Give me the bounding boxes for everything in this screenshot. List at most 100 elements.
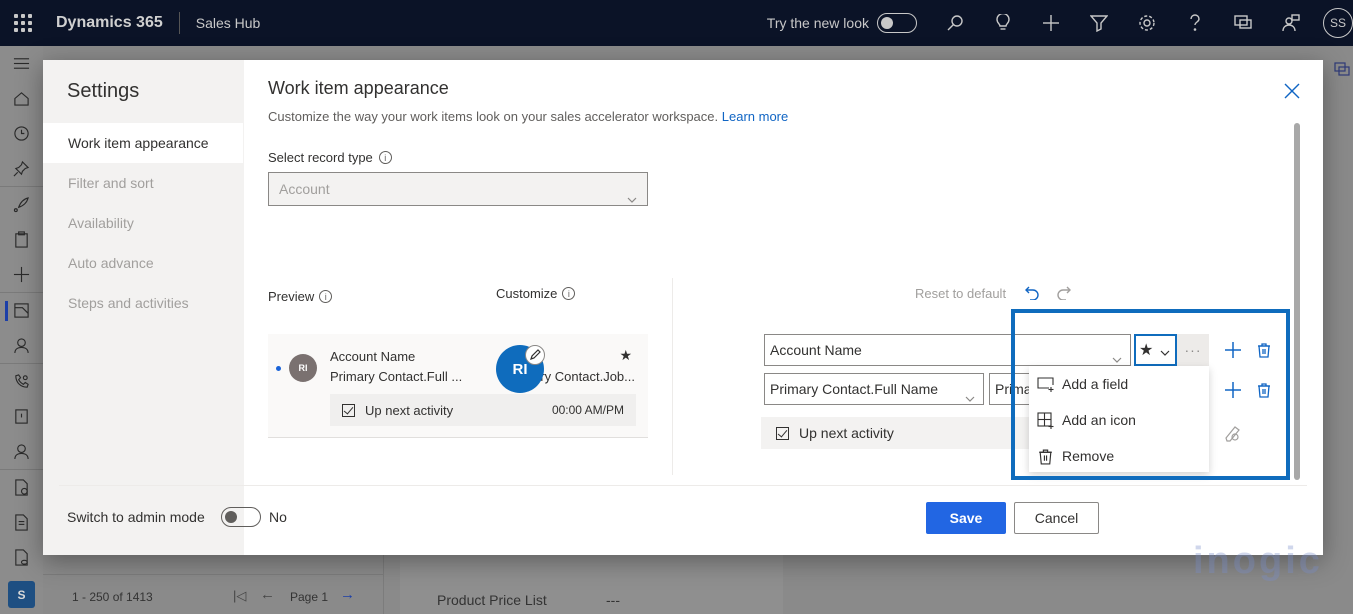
nav-item-steps-and-activities[interactable]: Steps and activities — [43, 283, 243, 323]
preview-activity: Up next activity 00:00 AM/PM — [330, 394, 636, 426]
redo-button[interactable] — [1056, 284, 1072, 301]
add-row-button[interactable] — [1223, 340, 1243, 360]
settings-title: Settings — [67, 80, 140, 102]
next-page-button[interactable]: → — [340, 586, 355, 603]
customize-activity-label: Up next activity — [799, 425, 894, 441]
brand-name[interactable]: Dynamics 365 — [56, 14, 163, 32]
person-icon — [14, 338, 29, 354]
rail-pinned[interactable] — [0, 151, 43, 186]
previous-page-button[interactable]: ← — [260, 586, 275, 603]
cancel-button[interactable]: Cancel — [1014, 502, 1099, 534]
person-chat-icon — [1282, 14, 1300, 32]
rail-quotes[interactable] — [0, 470, 43, 505]
record-type-select[interactable]: Account — [268, 172, 648, 206]
rail-orders[interactable] — [0, 505, 43, 540]
preview-label-text: Preview — [268, 289, 315, 304]
settings-dialog: Settings Work item appearance Filter and… — [43, 60, 1323, 555]
user-avatar[interactable]: SS — [1323, 8, 1353, 38]
preview-avatar: RI — [289, 354, 317, 382]
filter-icon — [1090, 15, 1108, 32]
rail-tasks[interactable] — [0, 222, 43, 257]
rail-menu[interactable] — [0, 46, 43, 81]
chat-button[interactable] — [1219, 0, 1267, 46]
menu-item-remove[interactable]: Remove — [1029, 438, 1209, 474]
rail-invoices[interactable] — [0, 540, 43, 575]
lightbulb-button[interactable] — [979, 0, 1027, 46]
menu-item-label: Add a field — [1062, 376, 1129, 392]
menu-item-add-an-icon[interactable]: Add an icon — [1029, 402, 1209, 438]
menu-item-label: Add an icon — [1062, 412, 1136, 428]
divider — [43, 574, 383, 575]
chat-icon — [1234, 15, 1252, 29]
scrollbar[interactable] — [1294, 123, 1300, 480]
side-chat-button[interactable] — [1334, 62, 1350, 78]
rail-contacts[interactable] — [0, 328, 43, 363]
settings-button[interactable] — [1123, 0, 1171, 46]
delete-row-button[interactable] — [1254, 380, 1274, 400]
assistant-button[interactable] — [1267, 0, 1315, 46]
field-select-account-name[interactable]: Account Name — [764, 334, 1131, 366]
preview-name: Account Name — [330, 349, 416, 364]
search-button[interactable] — [931, 0, 979, 46]
admin-mode-state: No — [269, 509, 287, 525]
preview-activity-label: Up next activity — [365, 402, 454, 418]
trash-icon — [1039, 449, 1052, 465]
nav-item-filter-and-sort[interactable]: Filter and sort — [43, 163, 243, 203]
rail-accelerator[interactable] — [0, 187, 43, 222]
new-look-label: Try the new look — [766, 15, 869, 31]
undo-button[interactable] — [1024, 284, 1040, 301]
save-button[interactable]: Save — [926, 502, 1006, 534]
app-launcher-button[interactable] — [0, 0, 46, 46]
record-type-label: Select record type i — [268, 150, 392, 165]
page-description: Customize the way your work items look o… — [268, 109, 788, 124]
admin-mode-label: Switch to admin mode — [67, 509, 205, 525]
rail-alerts[interactable] — [0, 399, 43, 434]
settings-content: Work item appearance Customize the way y… — [244, 60, 1323, 555]
close-button[interactable] — [1283, 82, 1301, 100]
new-button[interactable] — [1027, 0, 1075, 46]
delete-row-button[interactable] — [1254, 340, 1274, 360]
plus-icon — [1225, 342, 1241, 358]
info-icon[interactable]: i — [319, 290, 333, 303]
clear-format-button[interactable] — [1223, 424, 1241, 442]
close-icon — [1284, 83, 1300, 99]
rail-competitors[interactable] — [0, 434, 43, 469]
learn-more-link[interactable]: Learn more — [722, 109, 788, 124]
top-bar: Dynamics 365 Sales Hub Try the new look … — [0, 0, 1353, 46]
more-options-button[interactable]: ··· — [1177, 334, 1209, 366]
rail-insights[interactable] — [0, 257, 43, 292]
eraser-icon — [1225, 426, 1240, 442]
app-name[interactable]: Sales Hub — [196, 15, 261, 31]
redo-icon — [1057, 286, 1071, 301]
info-icon[interactable]: i — [378, 151, 392, 164]
admin-mode-toggle[interactable] — [221, 507, 261, 527]
phone-gear-icon — [15, 374, 29, 388]
preview-secondary-line: Primary Contact.Full ... • Primary Conta… — [330, 369, 635, 384]
search-icon — [947, 15, 963, 31]
lightbulb-icon — [996, 14, 1010, 30]
rail-accounts[interactable] — [0, 293, 43, 328]
area-switcher[interactable]: S — [8, 581, 35, 608]
rail-calls[interactable] — [0, 364, 43, 399]
icon-picker[interactable]: ★ — [1134, 334, 1177, 366]
pagination-range: 1 - 250 of 1413 — [72, 590, 153, 604]
rail-home[interactable] — [0, 81, 43, 116]
help-button[interactable] — [1171, 0, 1219, 46]
rail-recent[interactable] — [0, 116, 43, 151]
first-page-button[interactable]: |◁ — [233, 588, 246, 604]
nav-item-availability[interactable]: Availability — [43, 203, 243, 243]
star-icon: ★ — [619, 347, 632, 363]
pencil-icon — [530, 349, 541, 360]
nav-item-auto-advance[interactable]: Auto advance — [43, 243, 243, 283]
new-look-toggle[interactable] — [877, 13, 917, 33]
field-select-primary-contact-full-name[interactable]: Primary Contact.Full Name — [764, 373, 984, 405]
field-value: --- — [606, 592, 620, 608]
edit-avatar-button[interactable] — [525, 345, 545, 365]
unread-dot-icon — [276, 366, 281, 371]
add-row-button[interactable] — [1223, 380, 1243, 400]
info-icon[interactable]: i — [562, 287, 576, 300]
nav-item-work-item-appearance[interactable]: Work item appearance — [43, 123, 243, 163]
filter-button[interactable] — [1075, 0, 1123, 46]
reset-to-default-button[interactable]: Reset to default — [915, 286, 1006, 301]
menu-item-add-a-field[interactable]: Add a field — [1029, 366, 1209, 402]
